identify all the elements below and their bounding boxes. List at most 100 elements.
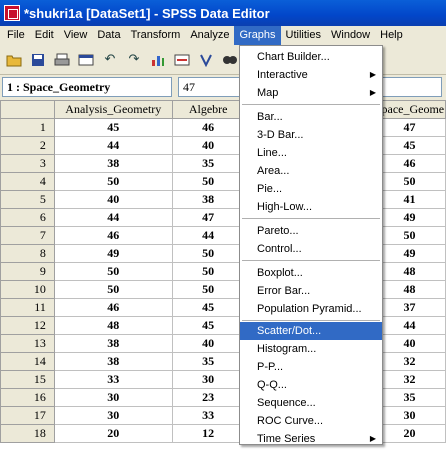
- cell-algebre[interactable]: 38: [171, 190, 245, 209]
- cell-algebre[interactable]: 46: [171, 118, 245, 137]
- menu-item-pareto[interactable]: Pareto...: [240, 222, 382, 240]
- cell-space-geometry[interactable]: 50: [372, 226, 446, 245]
- row-number[interactable]: 15: [0, 370, 55, 389]
- menu-item-sequence[interactable]: Sequence...: [240, 394, 382, 412]
- cell-analysis-geometry[interactable]: 44: [53, 208, 173, 227]
- row-number[interactable]: 10: [0, 280, 55, 299]
- cell-algebre[interactable]: 23: [171, 388, 245, 407]
- cell-algebre[interactable]: 50: [171, 262, 245, 281]
- open-folder-icon[interactable]: [4, 50, 24, 70]
- row-number[interactable]: 6: [0, 208, 55, 227]
- menu-item-roc-curve[interactable]: ROC Curve...: [240, 412, 382, 430]
- save-icon[interactable]: [28, 50, 48, 70]
- row-number[interactable]: 18: [0, 424, 55, 443]
- cell-space-geometry[interactable]: 32: [372, 352, 446, 371]
- cell-space-geometry[interactable]: 49: [372, 244, 446, 263]
- cell-algebre[interactable]: 40: [171, 136, 245, 155]
- cell-analysis-geometry[interactable]: 38: [53, 154, 173, 173]
- cell-space-geometry[interactable]: 35: [372, 388, 446, 407]
- menu-item-line[interactable]: Line...: [240, 144, 382, 162]
- cell-space-geometry[interactable]: 37: [372, 298, 446, 317]
- row-number[interactable]: 7: [0, 226, 55, 245]
- row-number[interactable]: 5: [0, 190, 55, 209]
- row-number[interactable]: 12: [0, 316, 55, 335]
- dialog-recall-icon[interactable]: [76, 50, 96, 70]
- variables-icon[interactable]: [196, 50, 216, 70]
- cell-algebre[interactable]: 35: [171, 352, 245, 371]
- find-icon[interactable]: [220, 50, 240, 70]
- column-header-algebre[interactable]: Algebre: [171, 100, 245, 119]
- cell-analysis-geometry[interactable]: 48: [53, 316, 173, 335]
- menu-window[interactable]: Window: [326, 26, 375, 45]
- cell-analysis-geometry[interactable]: 33: [53, 370, 173, 389]
- row-number[interactable]: 3: [0, 154, 55, 173]
- undo-icon[interactable]: ↶: [100, 50, 120, 70]
- menu-utilities[interactable]: Utilities: [281, 26, 326, 45]
- cell-space-geometry[interactable]: 32: [372, 370, 446, 389]
- cell-algebre[interactable]: 35: [171, 154, 245, 173]
- cell-analysis-geometry[interactable]: 46: [53, 298, 173, 317]
- row-number[interactable]: 2: [0, 136, 55, 155]
- menu-item-boxplot[interactable]: Boxplot...: [240, 264, 382, 282]
- row-number[interactable]: 1: [0, 118, 55, 137]
- cell-analysis-geometry[interactable]: 44: [53, 136, 173, 155]
- column-header-analysis-geometry[interactable]: Analysis_Geometry: [53, 100, 173, 119]
- cell-analysis-geometry[interactable]: 46: [53, 226, 173, 245]
- cell-algebre[interactable]: 50: [171, 244, 245, 263]
- menu-file[interactable]: File: [2, 26, 30, 45]
- cell-space-geometry[interactable]: 48: [372, 280, 446, 299]
- cell-algebre[interactable]: 47: [171, 208, 245, 227]
- menu-view[interactable]: View: [59, 26, 93, 45]
- cell-space-geometry[interactable]: 41: [372, 190, 446, 209]
- cell-space-geometry[interactable]: 45: [372, 136, 446, 155]
- cell-algebre[interactable]: 45: [171, 316, 245, 335]
- row-number[interactable]: 11: [0, 298, 55, 317]
- cell-analysis-geometry[interactable]: 38: [53, 352, 173, 371]
- row-number[interactable]: 14: [0, 352, 55, 371]
- cell-space-geometry[interactable]: 40: [372, 334, 446, 353]
- cell-analysis-geometry[interactable]: 40: [53, 190, 173, 209]
- cell-analysis-geometry[interactable]: 50: [53, 262, 173, 281]
- menu-item-high-low[interactable]: High-Low...: [240, 198, 382, 216]
- cell-algebre[interactable]: 45: [171, 298, 245, 317]
- row-number[interactable]: 8: [0, 244, 55, 263]
- cell-algebre[interactable]: 30: [171, 370, 245, 389]
- row-number[interactable]: 4: [0, 172, 55, 191]
- cell-analysis-geometry[interactable]: 30: [53, 406, 173, 425]
- cell-algebre[interactable]: 44: [171, 226, 245, 245]
- cell-space-geometry[interactable]: 30: [372, 406, 446, 425]
- column-header-space-geometry[interactable]: Space_Geome: [372, 100, 446, 119]
- menu-item-area[interactable]: Area...: [240, 162, 382, 180]
- menu-help[interactable]: Help: [375, 26, 408, 45]
- row-number[interactable]: 17: [0, 406, 55, 425]
- menu-item-scatter-dot[interactable]: Scatter/Dot...: [240, 322, 382, 340]
- cell-space-geometry[interactable]: 47: [372, 118, 446, 137]
- menu-item-histogram[interactable]: Histogram...: [240, 340, 382, 358]
- goto-case-icon[interactable]: [172, 50, 192, 70]
- row-number[interactable]: 9: [0, 262, 55, 281]
- cell-space-geometry[interactable]: 44: [372, 316, 446, 335]
- menu-item-control[interactable]: Control...: [240, 240, 382, 258]
- corner-cell[interactable]: [0, 100, 55, 119]
- cell-analysis-geometry[interactable]: 49: [53, 244, 173, 263]
- menu-transform[interactable]: Transform: [126, 26, 186, 45]
- cell-analysis-geometry[interactable]: 50: [53, 172, 173, 191]
- menu-item-q-q[interactable]: Q-Q...: [240, 376, 382, 394]
- menu-item-interactive[interactable]: Interactive ▶: [240, 66, 382, 84]
- cell-space-geometry[interactable]: 50: [372, 172, 446, 191]
- cell-analysis-geometry[interactable]: 30: [53, 388, 173, 407]
- menu-item-time-series[interactable]: Time Series ▶: [240, 430, 382, 448]
- cell-analysis-geometry[interactable]: 38: [53, 334, 173, 353]
- menu-item-map[interactable]: Map ▶: [240, 84, 382, 102]
- menu-item-error-bar[interactable]: Error Bar...: [240, 282, 382, 300]
- menu-item-3d-bar[interactable]: 3-D Bar...: [240, 126, 382, 144]
- menu-data[interactable]: Data: [92, 26, 125, 45]
- cell-analysis-geometry[interactable]: 45: [53, 118, 173, 137]
- row-number[interactable]: 13: [0, 334, 55, 353]
- cell-analysis-geometry[interactable]: 50: [53, 280, 173, 299]
- menu-item-chart-builder[interactable]: Chart Builder...: [240, 48, 382, 66]
- menu-item-bar[interactable]: Bar...: [240, 108, 382, 126]
- redo-icon[interactable]: ↷: [124, 50, 144, 70]
- cell-algebre[interactable]: 50: [171, 280, 245, 299]
- goto-chart-icon[interactable]: [148, 50, 168, 70]
